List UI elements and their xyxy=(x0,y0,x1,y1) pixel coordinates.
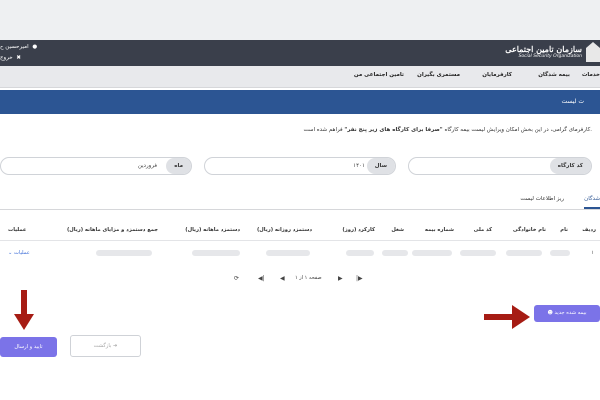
last-page-icon[interactable]: |▶ xyxy=(356,275,363,282)
col-monthly-wage: دستمزد ماهانه (ریال) xyxy=(185,227,240,233)
blurred-cell xyxy=(460,250,496,256)
table-row: ۱ ⌄ عملیات xyxy=(0,244,600,264)
operations-label: عملیات xyxy=(14,250,30,256)
workshop-code-label: کد کارگاه xyxy=(549,158,591,174)
year-select[interactable]: سال ۱۴۰۱ xyxy=(204,157,396,175)
col-operations: عملیات xyxy=(8,227,27,233)
arrow-right-icon: ➜ xyxy=(113,343,118,349)
annotation-arrow-right-icon xyxy=(484,305,530,329)
table-divider xyxy=(0,240,600,241)
back-label: بازگشت xyxy=(93,343,112,349)
month-label: ماه xyxy=(166,158,191,174)
first-page-icon[interactable]: ◀| xyxy=(258,275,265,282)
col-name: نام xyxy=(560,227,568,233)
page-title-bar: ت لیست xyxy=(0,90,600,114)
col-insurance-no: شماره بیمه xyxy=(424,227,454,233)
blurred-cell xyxy=(412,250,452,256)
blurred-cell xyxy=(506,250,542,256)
user-name: امیرحسین ح xyxy=(0,44,29,50)
browser-top-area xyxy=(0,0,600,40)
logo-subtitle: Social Security Organization xyxy=(518,54,582,60)
user-item[interactable]: امیرحسین ح ● xyxy=(0,42,38,53)
next-page-icon[interactable]: ▶ xyxy=(338,275,343,282)
tab-list-details[interactable]: ریز اطلاعات لیست xyxy=(520,196,564,202)
year-label: سال xyxy=(366,158,395,174)
prev-page-icon[interactable]: ◀ xyxy=(280,275,285,282)
row-number: ۱ xyxy=(591,250,594,256)
new-insured-button[interactable]: ☻ بیمه شده جدید xyxy=(534,305,600,322)
tab-insured[interactable]: شدگان xyxy=(584,196,600,209)
blurred-cell xyxy=(346,250,374,256)
year-value: ۱۴۰۱ xyxy=(353,163,365,169)
nav-item-pensioners[interactable]: مستمری بگیران xyxy=(417,72,460,78)
logo[interactable]: سازمان تامین اجتماعی Social Security Org… xyxy=(505,42,600,62)
confirm-send-label: تایید و ارسال xyxy=(14,344,43,350)
blurred-cell xyxy=(192,250,240,256)
col-work-days: کارکرد (روز) xyxy=(342,227,375,233)
workshop-code-field[interactable]: کد کارگاه xyxy=(408,157,592,175)
logo-title: سازمان تامین اجتماعی xyxy=(505,43,582,54)
back-button[interactable]: بازگشت ➜ xyxy=(70,335,141,357)
refresh-icon[interactable]: ⟳ xyxy=(234,275,239,282)
confirm-send-button[interactable]: تایید و ارسال xyxy=(0,337,57,357)
page-indicator: صفحه ۱ از ۱ xyxy=(295,275,322,281)
tabs: شدگان ریز اطلاعات لیست xyxy=(0,190,600,210)
nav-item-insured[interactable]: بیمه شدگان xyxy=(538,72,570,78)
logout-label: خروج xyxy=(0,55,13,61)
new-insured-label: بیمه شده جدید xyxy=(554,310,587,316)
notice-text: کارفرمای گرامی، در این بخش امکان ویرایش … xyxy=(303,127,592,133)
col-row: ردیف xyxy=(582,227,596,233)
nav-item-services[interactable]: خدمات xyxy=(582,72,600,78)
page-title: ت لیست xyxy=(561,98,584,105)
col-job: شغل xyxy=(391,227,404,233)
add-user-icon: ☻ xyxy=(547,310,553,316)
col-daily-wage: دستمزد روزانه (ریال) xyxy=(256,227,312,233)
close-icon: ✖ xyxy=(16,55,22,61)
user-panel: امیرحسین ح ● خروج ✖ xyxy=(0,42,38,64)
nav-item-my-ssa[interactable]: تامین اجتماعی من xyxy=(354,72,404,78)
nav-item-employers[interactable]: کارفرمایان xyxy=(482,72,512,78)
col-national-code: کد ملی xyxy=(473,227,492,233)
main-nav: خدمات بیمه شدگان کارفرمایان مستمری بگیرا… xyxy=(0,66,600,88)
logo-icon xyxy=(586,42,600,62)
site-header: سازمان تامین اجتماعی Social Security Org… xyxy=(0,40,600,66)
col-family: نام خانوادگی xyxy=(512,227,546,233)
blurred-cell xyxy=(382,250,408,256)
user-icon: ● xyxy=(32,44,38,50)
chevron-down-icon: ⌄ xyxy=(8,250,13,256)
blurred-cell xyxy=(96,250,152,256)
col-total-wage: جمع دستمزد و مزایای ماهانه (ریال) xyxy=(66,227,158,233)
month-select[interactable]: ماه فروردین xyxy=(0,157,192,175)
blurred-cell xyxy=(550,250,570,256)
logout-link[interactable]: خروج ✖ xyxy=(0,53,38,64)
annotation-arrow-down-icon xyxy=(14,290,34,330)
month-value: فروردین xyxy=(137,163,157,169)
blurred-cell xyxy=(266,250,310,256)
operations-dropdown[interactable]: ⌄ عملیات xyxy=(8,250,30,256)
